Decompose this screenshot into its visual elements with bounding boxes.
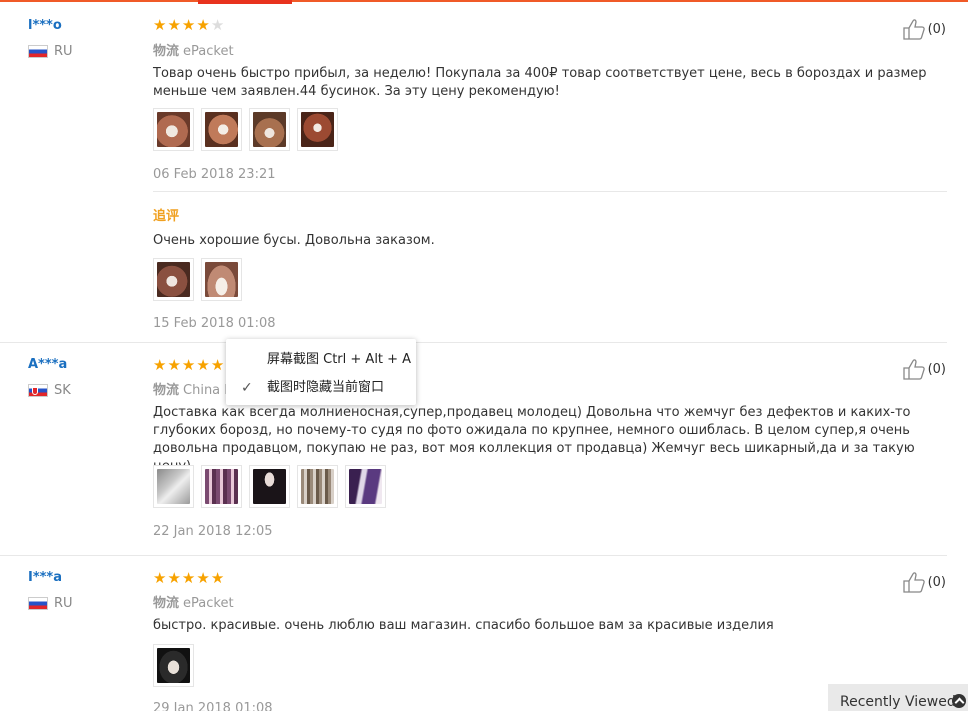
star-icon: ★ [167, 569, 181, 587]
logistics-value: ePacket [183, 44, 234, 59]
country-code: RU [54, 596, 73, 611]
review-photos [153, 108, 338, 151]
menu-item-label: 截图时隐藏当前窗口 [267, 380, 385, 395]
photo-thumbnail[interactable] [153, 258, 194, 301]
logistics-label: 物流 [153, 596, 180, 611]
helpful-button[interactable]: (0) [902, 358, 946, 380]
star-rating: ★ ★ ★ ★ ★ [153, 358, 224, 373]
star-icon: ★ [181, 356, 196, 374]
menu-item-hide-window[interactable]: ✓ 截图时隐藏当前窗口 [226, 375, 416, 401]
star-icon: ★ [196, 356, 210, 374]
logistics-info: 物流 ePacket [153, 592, 234, 611]
additional-review-date: 15 Feb 2018 01:08 [153, 316, 276, 331]
reviewer-country: SK [28, 383, 71, 398]
logistics-value: China P [183, 383, 233, 398]
logistics-info: 物流 China P [153, 379, 232, 398]
logistics-label: 物流 [153, 44, 180, 59]
thumbs-up-icon [902, 572, 925, 593]
photo-thumbnail[interactable] [249, 108, 290, 151]
star-icon: ★ [167, 356, 181, 374]
chevron-up-icon [952, 694, 966, 708]
photo-thumbnail[interactable] [297, 108, 338, 151]
star-icon: ★ [181, 16, 196, 34]
reviewer-name[interactable]: I***a [28, 570, 62, 585]
star-icon: ★ [167, 16, 181, 34]
star-empty-icon: ★ [210, 16, 225, 34]
photo-thumbnail[interactable] [345, 465, 386, 508]
check-icon: ✓ [241, 380, 253, 396]
russia-flag-icon [28, 45, 48, 58]
star-icon: ★ [210, 569, 225, 587]
star-icon: ★ [210, 356, 225, 374]
star-icon: ★ [196, 16, 210, 34]
recently-viewed-label: Recently Viewed [840, 694, 956, 710]
helpful-count: (0) [927, 361, 946, 377]
menu-item-label: 屏幕截图 Ctrl + Alt + A [267, 352, 412, 367]
photo-thumbnail[interactable] [297, 465, 338, 508]
review-text: быстро. красивые. очень люблю ваш магази… [153, 618, 774, 633]
logistics-label: 物流 [153, 383, 180, 398]
review-photos [153, 644, 194, 687]
photo-thumbnail[interactable] [153, 108, 194, 151]
additional-photos [153, 258, 242, 301]
context-menu: 屏幕截图 Ctrl + Alt + A ✓ 截图时隐藏当前窗口 [226, 339, 416, 405]
reviewer-name[interactable]: l***o [28, 18, 62, 33]
review-photos [153, 465, 386, 508]
star-rating: ★ ★ ★ ★ ★ [153, 571, 224, 586]
thumbs-up-icon [902, 359, 925, 380]
photo-thumbnail[interactable] [201, 258, 242, 301]
additional-review-text: Очень хорошие бусы. Довольна заказом. [153, 233, 435, 248]
slovakia-flag-icon [28, 384, 48, 397]
star-icon: ★ [196, 569, 210, 587]
review-item: I***a RU ★ ★ ★ ★ ★ 物流 ePacket быстро. кра… [0, 556, 968, 711]
menu-item-screenshot[interactable]: 屏幕截图 Ctrl + Alt + A [226, 347, 416, 373]
review-item: A***a SK ★ ★ ★ ★ ★ 物流 China P Доставка ка… [0, 343, 968, 555]
photo-thumbnail[interactable] [201, 465, 242, 508]
additional-review-label: 追评 [153, 209, 180, 224]
russia-flag-icon [28, 597, 48, 610]
star-icon: ★ [181, 569, 196, 587]
thumbs-up-icon [902, 19, 925, 40]
photo-thumbnail[interactable] [249, 465, 290, 508]
divider [153, 191, 947, 192]
helpful-button[interactable]: (0) [902, 18, 946, 40]
review-text: Товар очень быстро прибыл, за неделю! По… [153, 66, 927, 99]
recently-viewed-button[interactable]: Recently Viewed [828, 684, 968, 711]
logistics-value: ePacket [183, 596, 234, 611]
logistics-info: 物流 ePacket [153, 40, 234, 59]
country-code: SK [54, 383, 71, 398]
photo-thumbnail[interactable] [153, 644, 194, 687]
photo-thumbnail[interactable] [153, 465, 194, 508]
star-icon: ★ [153, 16, 167, 34]
photo-thumbnail[interactable] [201, 108, 242, 151]
helpful-button[interactable]: (0) [902, 571, 946, 593]
review-item: l***o RU ★ ★ ★ ★ ★ 物流 ePacket Товар очень… [0, 0, 968, 343]
helpful-count: (0) [927, 21, 946, 37]
star-rating: ★ ★ ★ ★ ★ [153, 18, 224, 33]
star-icon: ★ [153, 569, 167, 587]
reviewer-name[interactable]: A***a [28, 357, 67, 372]
reviewer-country: RU [28, 596, 73, 611]
helpful-count: (0) [927, 574, 946, 590]
review-date: 22 Jan 2018 12:05 [153, 524, 273, 539]
star-icon: ★ [153, 356, 167, 374]
review-date: 06 Feb 2018 23:21 [153, 167, 276, 182]
country-code: RU [54, 44, 73, 59]
review-date: 29 Jan 2018 01:08 [153, 701, 273, 711]
reviewer-country: RU [28, 44, 73, 59]
